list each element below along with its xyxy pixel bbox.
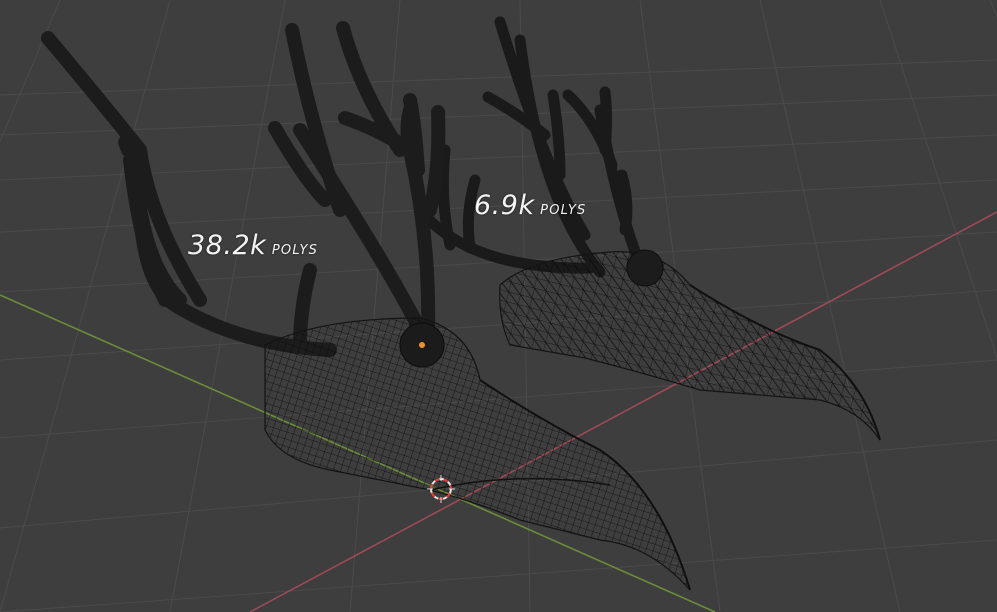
poly-count-label-low: 6.9k polys (474, 190, 586, 221)
poly-count-unit: polys (540, 198, 587, 219)
poly-count-unit: polys (271, 238, 319, 259)
poly-count-number: 38.2k (188, 230, 267, 261)
poly-count-label-high: 38.2k polys (188, 230, 318, 261)
3d-viewport[interactable]: 38.2k polys 6.9k polys (0, 0, 997, 612)
poly-count-number: 6.9k (474, 190, 535, 221)
floor-grid (0, 0, 997, 612)
low-poly-skull-mesh[interactable] (414, 16, 881, 441)
viewport-scene[interactable] (0, 0, 997, 612)
object-origin-icon[interactable] (419, 342, 425, 348)
